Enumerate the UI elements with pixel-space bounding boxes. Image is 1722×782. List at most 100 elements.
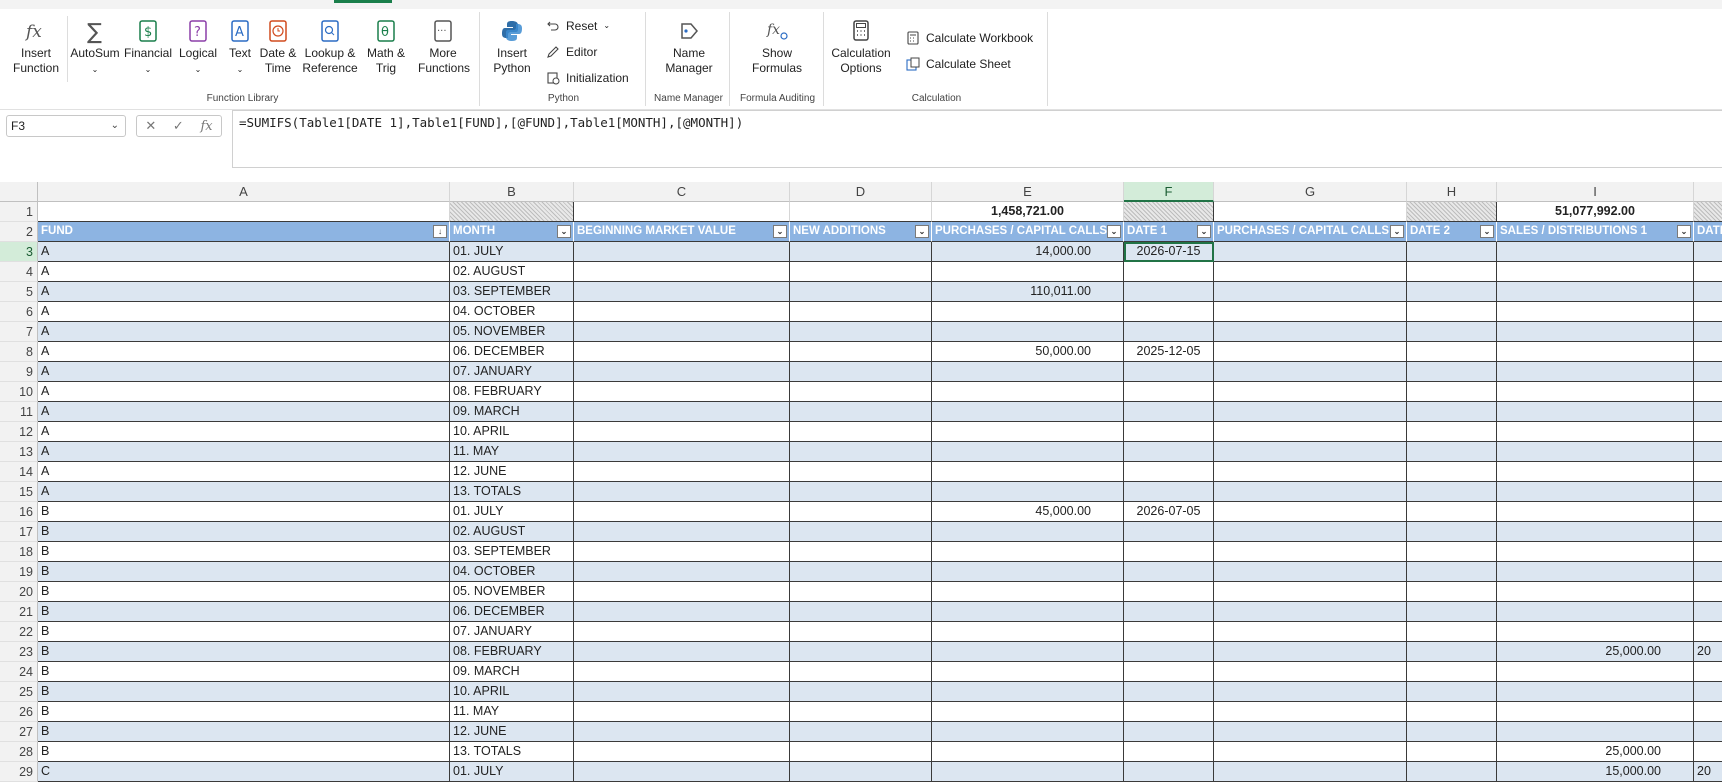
cell[interactable] [1407, 322, 1497, 342]
cell[interactable] [1214, 742, 1407, 762]
name-box[interactable]: F3 ⌄ [6, 115, 126, 137]
date-1-cell[interactable] [1124, 542, 1214, 562]
cell[interactable] [1407, 602, 1497, 622]
month-cell[interactable]: 04. OCTOBER [450, 302, 574, 322]
date-cell[interactable] [1694, 562, 1722, 582]
date-1-cell[interactable] [1124, 382, 1214, 402]
purchases-1-cell[interactable] [932, 362, 1124, 382]
sales-1-cell[interactable] [1497, 682, 1694, 702]
cell[interactable] [1407, 542, 1497, 562]
purchases-1-cell[interactable] [932, 522, 1124, 542]
cell[interactable] [1407, 402, 1497, 422]
purchases-1-cell[interactable] [932, 422, 1124, 442]
cell[interactable] [1407, 262, 1497, 282]
month-cell[interactable]: 12. JUNE [450, 722, 574, 742]
financial-button[interactable]: $ Financial ⌄ [123, 18, 173, 77]
cell[interactable] [1407, 742, 1497, 762]
fund-cell[interactable]: A [38, 382, 450, 402]
column-header-h[interactable]: H [1407, 182, 1497, 202]
cell[interactable] [574, 322, 790, 342]
cell[interactable] [790, 262, 932, 282]
purchases-1-cell[interactable]: 110,011.00 [932, 282, 1124, 302]
month-cell[interactable]: 01. JULY [450, 762, 574, 782]
date-cell[interactable] [1694, 442, 1722, 462]
cell[interactable] [790, 402, 932, 422]
sales-1-cell[interactable] [1497, 322, 1694, 342]
cell[interactable] [1214, 542, 1407, 562]
purchases-1-cell[interactable] [932, 622, 1124, 642]
sales-1-cell[interactable] [1497, 562, 1694, 582]
purchases-1-cell[interactable] [932, 382, 1124, 402]
cell[interactable] [574, 602, 790, 622]
row-header[interactable]: 19 [0, 562, 38, 582]
reset-button[interactable]: Reset ⌄ [546, 16, 610, 36]
row-header[interactable]: 9 [0, 362, 38, 382]
cell[interactable] [574, 462, 790, 482]
purchases-1-cell[interactable] [932, 682, 1124, 702]
sales-1-cell[interactable] [1497, 282, 1694, 302]
cell[interactable] [1124, 202, 1214, 222]
date-cell[interactable]: 20 [1694, 762, 1722, 782]
cell[interactable] [574, 382, 790, 402]
cell[interactable] [1214, 362, 1407, 382]
row-header[interactable]: 15 [0, 482, 38, 502]
fund-cell[interactable]: B [38, 642, 450, 662]
cell[interactable] [790, 682, 932, 702]
column-header-g[interactable]: G [1214, 182, 1407, 202]
date-cell[interactable] [1694, 242, 1722, 262]
cell[interactable] [574, 702, 790, 722]
fund-cell[interactable]: B [38, 722, 450, 742]
cell[interactable] [1214, 402, 1407, 422]
cell[interactable] [1407, 622, 1497, 642]
enter-icon[interactable]: ✓ [173, 118, 184, 134]
cell[interactable] [1407, 462, 1497, 482]
cell[interactable] [790, 442, 932, 462]
cell[interactable] [790, 722, 932, 742]
cell[interactable] [1214, 662, 1407, 682]
filter-dropdown-icon[interactable]: ⌄ [1677, 225, 1691, 238]
calculate-sheet-button[interactable]: Calculate Sheet [906, 54, 1011, 74]
fund-cell[interactable]: A [38, 342, 450, 362]
cell[interactable] [790, 622, 932, 642]
cell[interactable] [1214, 602, 1407, 622]
month-cell[interactable]: 02. AUGUST [450, 522, 574, 542]
calculation-options-button[interactable]: Calculation Options [826, 18, 896, 76]
purchases-1-cell[interactable] [932, 262, 1124, 282]
cell[interactable] [574, 422, 790, 442]
date-1-cell[interactable] [1124, 722, 1214, 742]
math-trig-button[interactable]: θ Math & Trig [364, 18, 408, 76]
date-1-cell[interactable] [1124, 262, 1214, 282]
date-1-cell[interactable]: 2026-07-15 [1124, 242, 1214, 262]
date-cell[interactable] [1694, 422, 1722, 442]
fund-cell[interactable]: C [38, 762, 450, 782]
cell[interactable] [1214, 302, 1407, 322]
calculate-workbook-button[interactable]: Calculate Workbook [906, 28, 1033, 48]
row-header[interactable]: 2 [0, 222, 38, 242]
cell[interactable] [1214, 562, 1407, 582]
row-header[interactable]: 4 [0, 262, 38, 282]
row-header[interactable]: 22 [0, 622, 38, 642]
month-cell[interactable]: 05. NOVEMBER [450, 582, 574, 602]
cancel-icon[interactable]: ✕ [145, 118, 156, 134]
cell[interactable] [1214, 642, 1407, 662]
purchases-1-cell[interactable] [932, 542, 1124, 562]
table-header-a[interactable]: FUND ↓ [38, 222, 450, 242]
date-1-cell[interactable] [1124, 742, 1214, 762]
fund-cell[interactable]: B [38, 662, 450, 682]
date-cell[interactable]: 20 [1694, 642, 1722, 662]
date-cell[interactable] [1694, 462, 1722, 482]
initialization-button[interactable]: Initialization [546, 68, 629, 88]
date-cell[interactable] [1694, 722, 1722, 742]
fund-cell[interactable]: B [38, 742, 450, 762]
month-cell[interactable]: 11. MAY [450, 702, 574, 722]
row-header[interactable]: 6 [0, 302, 38, 322]
cell[interactable] [1214, 722, 1407, 742]
date-cell[interactable] [1694, 502, 1722, 522]
cell[interactable] [1407, 762, 1497, 782]
date-1-cell[interactable] [1124, 642, 1214, 662]
sales-1-cell[interactable] [1497, 482, 1694, 502]
cell[interactable] [1407, 682, 1497, 702]
purchases-1-cell[interactable] [932, 442, 1124, 462]
date-1-cell[interactable] [1124, 402, 1214, 422]
sales-1-cell[interactable] [1497, 302, 1694, 322]
